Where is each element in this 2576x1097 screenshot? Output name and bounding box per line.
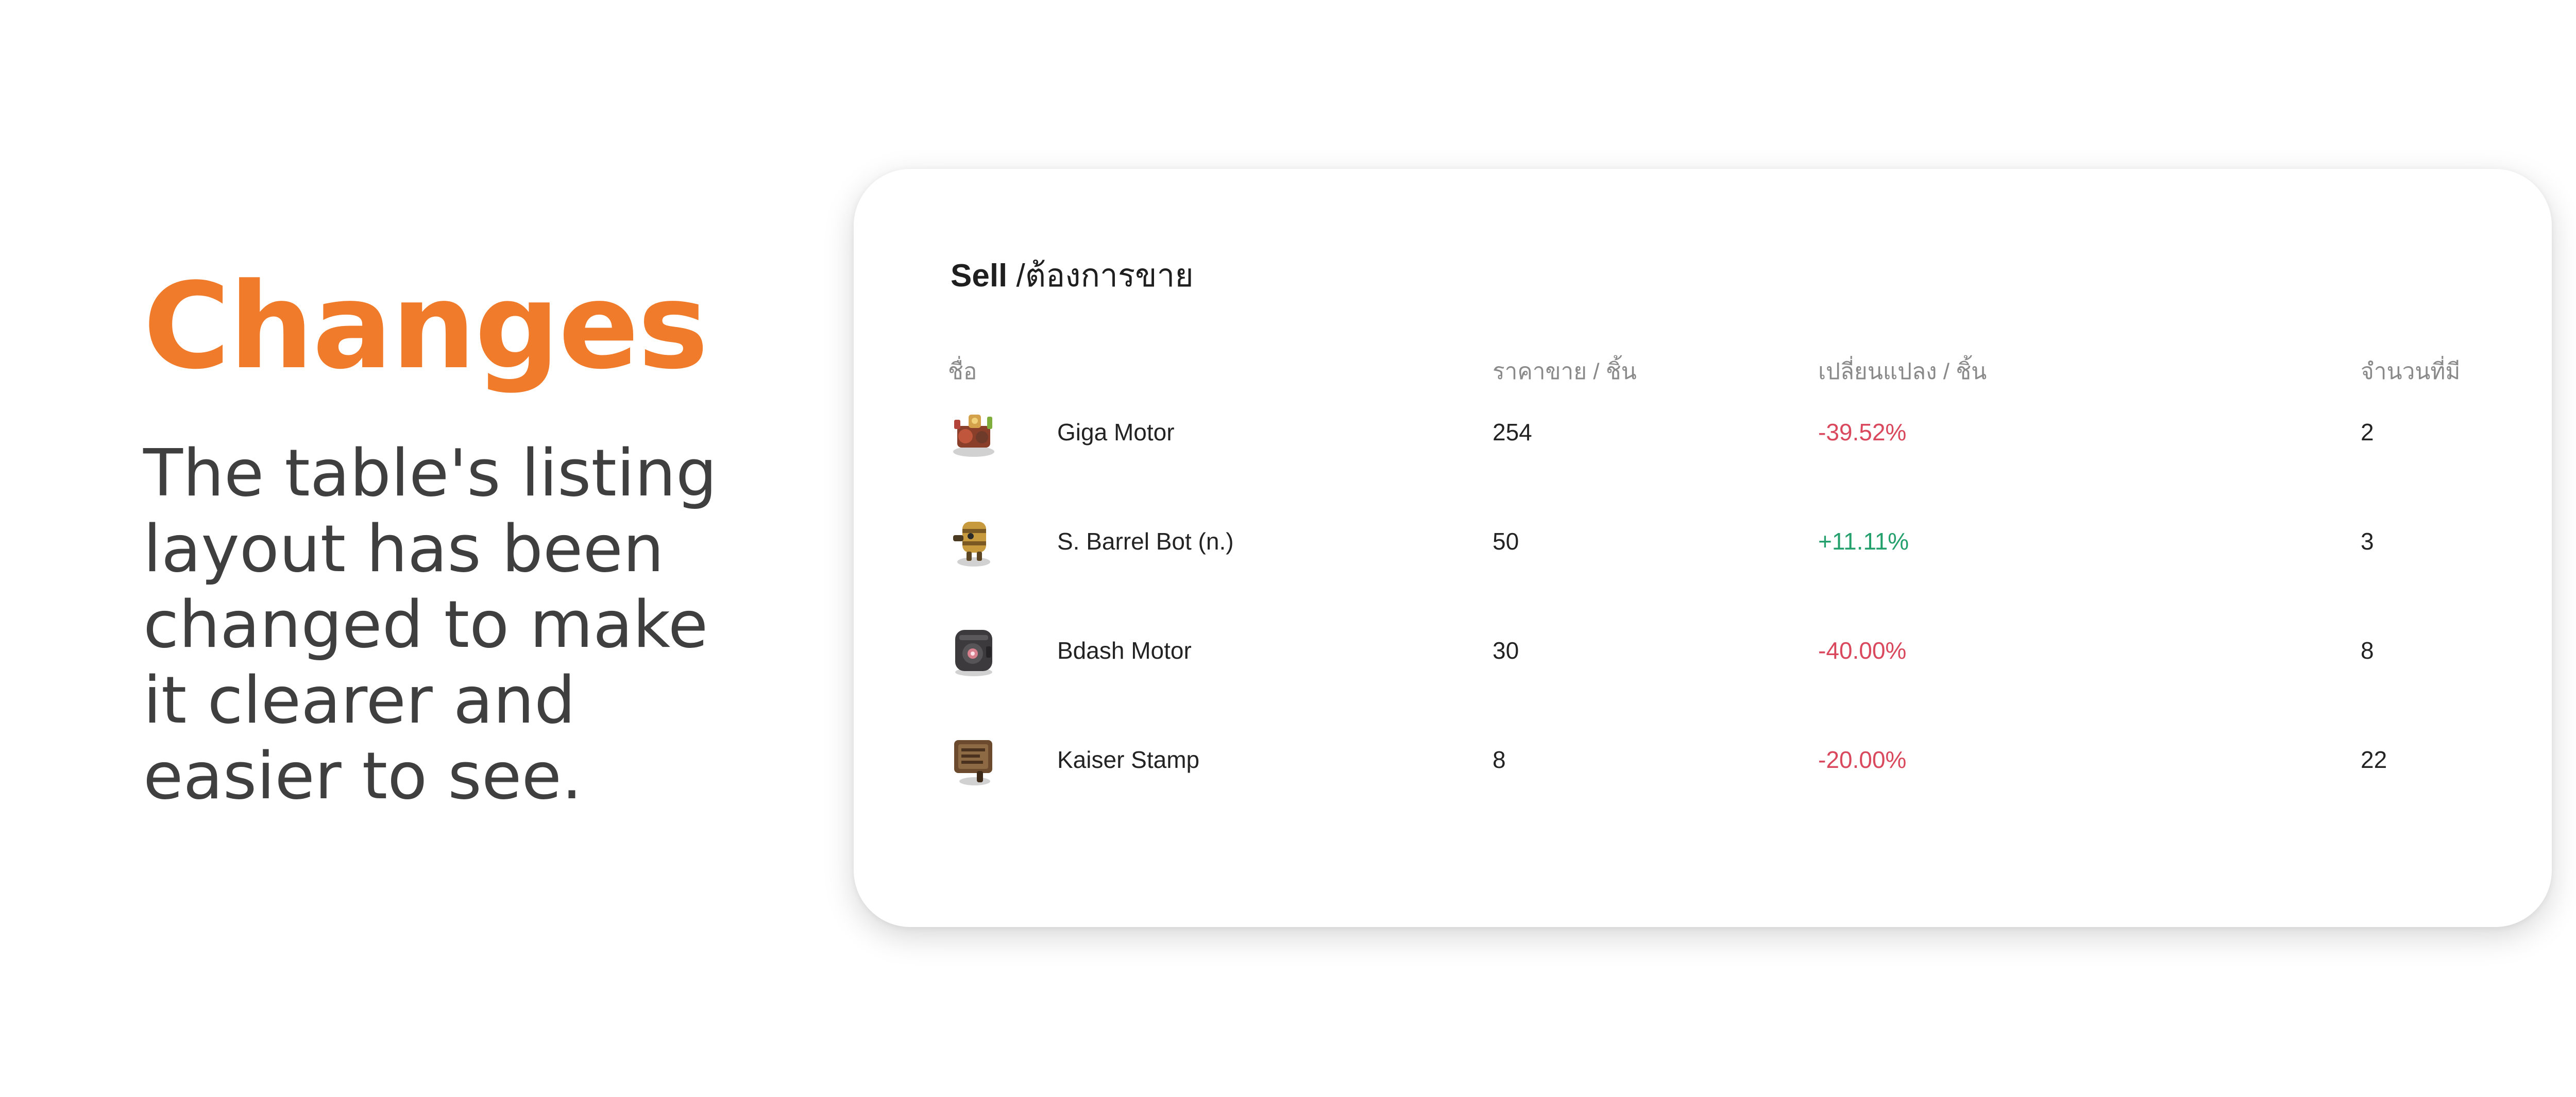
item-price: 50 bbox=[1493, 528, 1519, 555]
kaiser-stamp-item-icon bbox=[954, 740, 992, 785]
bdash-motor-item-icon bbox=[955, 630, 992, 676]
column-header-name[interactable]: ชื่อ bbox=[948, 353, 977, 389]
table-row[interactable]: S. Barrel Bot (n.) 50 +11.11% 3 bbox=[854, 510, 2552, 572]
item-price: 8 bbox=[1493, 746, 1506, 773]
sell-table-card: Sell /ต้องการขาย ชื่อ ราคาขาย / ชิ้น เปล… bbox=[854, 169, 2552, 927]
card-title-thai: /ต้องการขาย bbox=[1007, 258, 1194, 294]
item-change: +11.11% bbox=[1818, 528, 1909, 555]
item-quantity: 22 bbox=[2361, 746, 2387, 773]
table-row[interactable]: Kaiser Stamp 8 -20.00% 22 bbox=[854, 729, 2552, 791]
giga-motor-item-icon bbox=[953, 415, 994, 457]
item-name: Giga Motor bbox=[1057, 419, 1175, 445]
item-name: S. Barrel Bot (n.) bbox=[1057, 528, 1234, 555]
item-quantity: 3 bbox=[2361, 528, 2374, 555]
column-header-quantity[interactable]: จำนวนที่มี bbox=[2361, 353, 2460, 389]
item-price: 254 bbox=[1493, 419, 1532, 445]
item-change: -40.00% bbox=[1818, 637, 1907, 664]
column-header-price[interactable]: ราคาขาย / ชิ้น bbox=[1493, 353, 1637, 389]
card-title: Sell /ต้องการขาย bbox=[951, 250, 1194, 301]
item-quantity: 2 bbox=[2361, 419, 2374, 445]
table-row[interactable]: Giga Motor 254 -39.52% 2 bbox=[854, 401, 2552, 463]
item-price: 30 bbox=[1493, 637, 1519, 664]
item-quantity: 8 bbox=[2361, 637, 2374, 664]
table-row[interactable]: Bdash Motor 30 -40.00% 8 bbox=[854, 620, 2552, 681]
description: The table's listing layout has been chan… bbox=[143, 435, 717, 814]
headline: Changes bbox=[143, 258, 708, 396]
barrel-bot-item-icon bbox=[953, 522, 990, 567]
item-change: -20.00% bbox=[1818, 746, 1907, 773]
column-header-change[interactable]: เปลี่ยนแปลง / ชิ้น bbox=[1818, 353, 1987, 389]
item-name: Bdash Motor bbox=[1057, 637, 1192, 664]
card-title-bold: Sell bbox=[951, 258, 1008, 294]
item-change: -39.52% bbox=[1818, 419, 1907, 445]
intro-panel: Changes The table's listing layout has b… bbox=[143, 268, 761, 814]
item-name: Kaiser Stamp bbox=[1057, 746, 1200, 773]
